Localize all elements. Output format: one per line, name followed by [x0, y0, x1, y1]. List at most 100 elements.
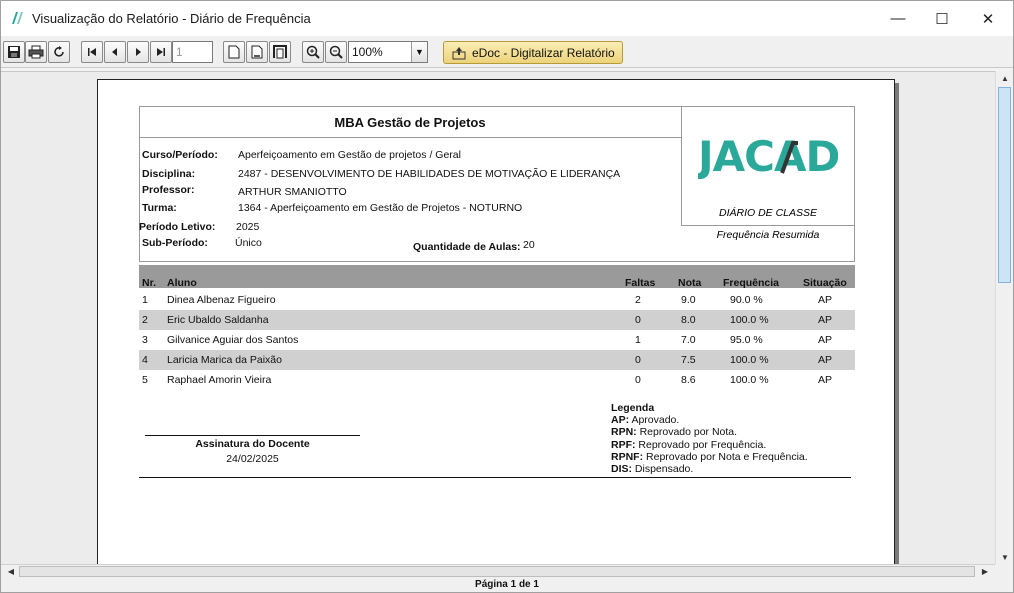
- next-icon: [136, 48, 141, 56]
- cell-situacao: AP: [818, 374, 833, 386]
- zoom-select[interactable]: 100% ▼: [348, 41, 428, 63]
- zoom-in-button[interactable]: [302, 41, 324, 63]
- turma-value: 1364 - Aperfeiçoamento em Gestão de Proj…: [238, 202, 523, 214]
- col-nr: Nr.: [142, 277, 157, 289]
- cell-aluno: Laricia Marica da Paixão: [167, 354, 282, 366]
- divider: [139, 137, 681, 138]
- table-row: 3 Gilvanice Aguiar dos Santos 1 7.0 95.0 % AP: [139, 330, 855, 350]
- resumida-label: Frequência Resumida: [716, 229, 820, 241]
- print-button[interactable]: [25, 41, 47, 63]
- legend-text: Reprovado por Nota.: [639, 426, 738, 439]
- page-width-button[interactable]: [246, 41, 268, 63]
- cell-frequencia: 90.0 %: [730, 294, 763, 306]
- curso-label: Curso/Período:: [142, 149, 218, 161]
- svg-text:JACAD: JACAD: [698, 132, 838, 179]
- cell-nr: 5: [142, 374, 148, 386]
- subperiodo-label: Sub-Período:: [142, 237, 208, 249]
- refresh-button[interactable]: [48, 41, 70, 63]
- last-page-button[interactable]: [150, 41, 172, 63]
- full-page-icon: [273, 45, 287, 59]
- chevron-down-icon[interactable]: ▼: [411, 42, 427, 62]
- scroll-left-icon[interactable]: ◀: [3, 565, 19, 578]
- zoom-out-icon: [329, 45, 343, 59]
- cell-faltas: 0: [635, 374, 641, 386]
- close-button[interactable]: ✕: [965, 1, 1011, 36]
- report-page: MBA Gestão de Projetos JACAD DIÁRIO DE C…: [97, 79, 895, 564]
- cell-faltas: 0: [635, 314, 641, 326]
- legend-code: RPNF:: [611, 450, 644, 463]
- disciplina-value: 2487 - DESENVOLVIMENTO DE HABILIDADES DE…: [238, 168, 621, 180]
- subperiodo-value: Único: [235, 237, 262, 249]
- toolbar: 1 100% ▼ eDoc - Digitalizar Relatório: [1, 36, 1013, 68]
- previous-page-button[interactable]: [104, 41, 126, 63]
- scroll-right-icon[interactable]: ▶: [977, 565, 993, 578]
- legend-item: DIS: Dispensado.: [611, 463, 693, 475]
- professor-value: ARTHUR SMANIOTTO: [238, 186, 347, 198]
- cell-nr: 4: [142, 354, 148, 366]
- next-page-button[interactable]: [127, 41, 149, 63]
- col-faltas: Faltas: [625, 277, 656, 289]
- vertical-scrollbar[interactable]: ▲ ▼: [995, 71, 1013, 564]
- printer-icon: [28, 45, 44, 59]
- scroll-down-icon[interactable]: ▼: [996, 550, 1014, 564]
- cell-faltas: 2: [635, 294, 641, 306]
- divider: [139, 477, 851, 478]
- cell-aluno: Gilvanice Aguiar dos Santos: [167, 334, 299, 346]
- horizontal-scroll-thumb[interactable]: [19, 566, 975, 577]
- vertical-scroll-thumb[interactable]: [998, 87, 1011, 283]
- full-page-button[interactable]: [269, 41, 291, 63]
- cell-frequencia: 100.0 %: [730, 374, 769, 386]
- disciplina-label: Disciplina:: [142, 168, 196, 180]
- curso-value: Aperfeiçoamento em Gestão de projetos / …: [238, 149, 461, 161]
- legend-text: Dispensado.: [634, 463, 694, 476]
- cell-nota: 8.0: [681, 314, 696, 326]
- legend-text: Aprovado.: [631, 414, 680, 426]
- cell-situacao: AP: [818, 334, 833, 346]
- scroll-up-icon[interactable]: ▲: [996, 71, 1014, 85]
- report-viewer-window: Visualização do Relatório - Diário de Fr…: [0, 0, 1014, 593]
- horizontal-scrollbar[interactable]: ◀ ▶: [1, 564, 995, 578]
- table-row: 1 Dinea Albenaz Figueiro 2 9.0 90.0 % AP: [139, 290, 855, 310]
- cell-situacao: AP: [818, 354, 833, 366]
- aulas-label: Quantidade de Aulas:: [413, 241, 521, 253]
- single-page-icon: [228, 45, 240, 59]
- title-bar: Visualização do Relatório - Diário de Fr…: [1, 1, 1013, 36]
- single-page-button[interactable]: [223, 41, 245, 63]
- cell-situacao: AP: [818, 314, 833, 326]
- diario-label: DIÁRIO DE CLASSE: [718, 207, 818, 219]
- edoc-button-label: eDoc - Digitalizar Relatório: [472, 45, 615, 60]
- legend-item: RPF: Reprovado por Frequência.: [611, 439, 766, 451]
- first-page-icon: [88, 48, 96, 56]
- cell-aluno: Dinea Albenaz Figueiro: [167, 294, 276, 306]
- first-page-button[interactable]: [81, 41, 103, 63]
- periodo-label: Período Letivo:: [139, 221, 216, 233]
- edoc-digitalize-button[interactable]: eDoc - Digitalizar Relatório: [443, 41, 623, 64]
- signature-label: Assinatura do Docente: [195, 438, 310, 450]
- course-title: MBA Gestão de Projetos: [334, 115, 486, 130]
- cell-nr: 3: [142, 334, 148, 346]
- legend-code: RPN:: [611, 426, 637, 439]
- scrollbar-corner: [995, 564, 1013, 578]
- cell-situacao: AP: [818, 294, 833, 306]
- cell-faltas: 1: [635, 334, 641, 346]
- maximize-button[interactable]: ☐: [919, 1, 965, 36]
- cell-nota: 7.5: [681, 354, 696, 366]
- page-status: Página 1 de 1: [1, 578, 1013, 592]
- zoom-in-icon: [306, 45, 320, 59]
- professor-label: Professor:: [142, 184, 195, 196]
- zoom-out-button[interactable]: [325, 41, 347, 63]
- legend-item: RPNF: Reprovado por Nota e Frequência.: [611, 451, 808, 463]
- window-title: Visualização do Relatório - Diário de Fr…: [32, 11, 311, 26]
- col-nota: Nota: [678, 277, 702, 289]
- page-number-input[interactable]: 1: [172, 41, 213, 63]
- cell-aluno: Raphael Amorin Vieira: [167, 374, 272, 386]
- save-button[interactable]: [3, 41, 25, 63]
- legend-code: AP:: [611, 414, 630, 426]
- zoom-value: 100%: [352, 45, 383, 59]
- report-viewer[interactable]: MBA Gestão de Projetos JACAD DIÁRIO DE C…: [1, 71, 995, 564]
- legend-title: Legenda: [611, 402, 655, 414]
- signature-date: 24/02/2025: [226, 453, 279, 465]
- cell-aluno: Eric Ubaldo Saldanha: [167, 314, 269, 326]
- col-situacao: Situação: [803, 277, 847, 289]
- minimize-button[interactable]: —: [875, 1, 921, 36]
